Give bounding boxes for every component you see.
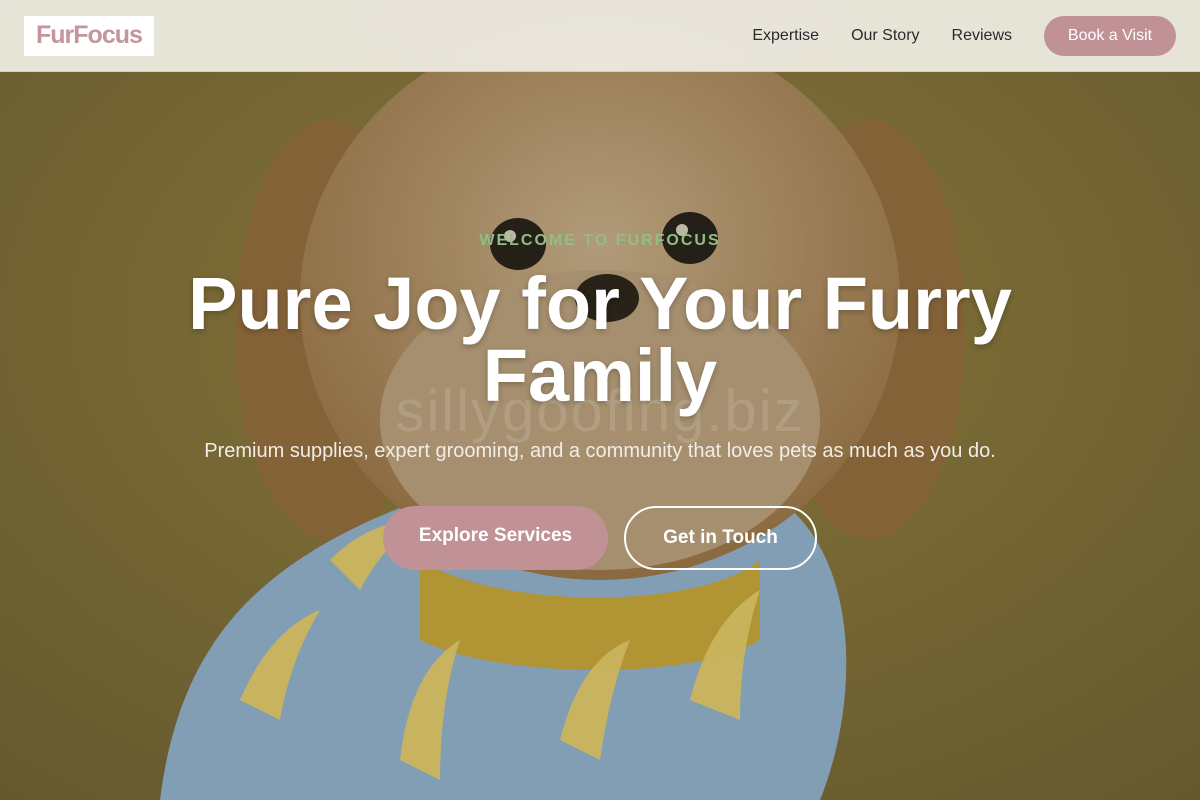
hero-actions: Explore Services Get in Touch — [0, 506, 1200, 570]
hero-section: WELCOME TO FURFOCUS Pure Joy for Your Fu… — [0, 0, 1200, 800]
get-in-touch-button[interactable]: Get in Touch — [624, 506, 817, 570]
explore-services-button[interactable]: Explore Services — [383, 506, 608, 570]
hero-eyebrow: WELCOME TO FURFOCUS — [479, 232, 721, 249]
hero-subhead: Premium supplies, expert grooming, and a… — [204, 440, 996, 462]
watermark-text: sillygoofing.biz — [395, 379, 805, 444]
